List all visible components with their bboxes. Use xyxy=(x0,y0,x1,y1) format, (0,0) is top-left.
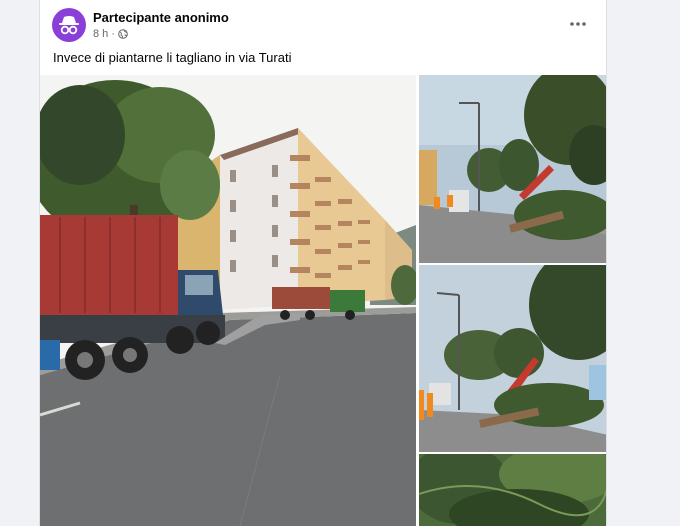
post-photo-main[interactable] xyxy=(40,75,416,526)
post-photo-2[interactable] xyxy=(419,75,606,263)
globe-icon xyxy=(118,29,128,39)
post-text: Invece di piantarne li tagliano in via T… xyxy=(53,50,292,65)
post-photo-4[interactable] xyxy=(419,454,606,526)
post-author[interactable]: Partecipante anonimo xyxy=(93,10,229,25)
more-options-icon[interactable] xyxy=(566,12,590,36)
anonymous-avatar-icon[interactable] xyxy=(52,8,86,42)
post-photo-3[interactable] xyxy=(419,265,606,452)
post-time[interactable]: 8 h xyxy=(93,28,108,40)
post-meta: 8 h · xyxy=(93,28,128,40)
post-header: Partecipante anonimo 8 h · xyxy=(40,0,606,48)
meta-separator: · xyxy=(111,28,115,40)
post-card: Partecipante anonimo 8 h · Invece di pia… xyxy=(39,0,607,526)
